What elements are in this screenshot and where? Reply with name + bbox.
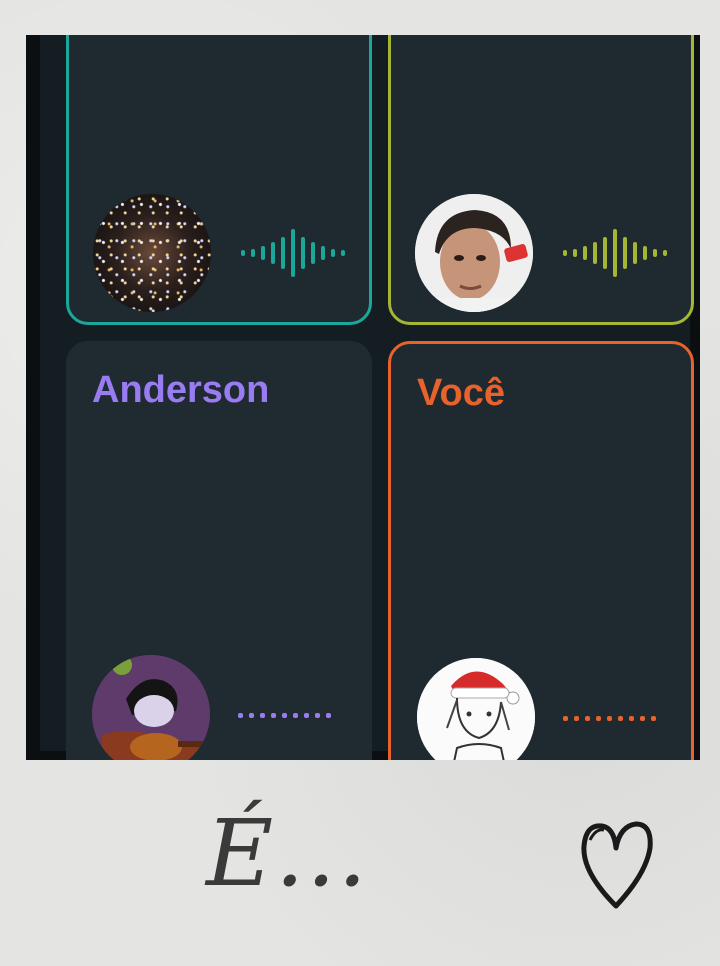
heart-doodle-icon [581,821,653,909]
voice-level-bar [640,715,645,721]
voice-level-bar [563,250,567,256]
participant-tile-self[interactable]: Você [388,341,694,760]
voice-level-bar [607,715,612,721]
participant-tile-3[interactable]: Anderson [66,341,372,760]
call-screenshot: Anderson Você [26,35,700,760]
participant-name: Você [417,372,506,414]
voice-level-bar [260,712,265,718]
voice-level-bar [326,712,331,718]
voice-level-bar [341,250,345,256]
voice-level-bar [583,246,587,260]
voice-level-bar [271,242,275,264]
voice-level-bar [241,250,245,256]
galaxy-avatar [93,194,211,312]
voice-level-bar [238,712,243,718]
voice-level-bar [563,715,568,721]
voice-level-bar [651,715,656,721]
voice-level-bar [633,242,637,264]
voice-level-bar [304,712,309,718]
voice-level-bar [261,246,265,260]
voice-dots-icon [238,685,331,745]
participant-tile-2[interactable] [388,35,694,325]
voice-level-bar [663,250,667,256]
voice-level-bar [291,229,295,277]
voice-level-bar [623,237,627,269]
voice-level-bar [574,715,579,721]
voice-wave-icon [241,223,345,283]
voice-level-bar [613,229,617,277]
voice-dots-icon [563,688,656,748]
voice-level-bar [585,715,590,721]
call-grid: Anderson Você [40,35,694,760]
voice-wave-icon [563,223,667,283]
voice-level-bar [596,715,601,721]
voice-level-bar [593,242,597,264]
voice-level-bar [271,712,276,718]
voice-level-bar [618,715,623,721]
participant-name: Anderson [92,369,270,411]
voice-level-bar [629,715,634,721]
handwritten-caption: É... [206,800,369,907]
voice-level-bar [573,249,577,257]
voice-level-bar [331,249,335,257]
voice-level-bar [653,249,657,257]
voice-level-bar [249,712,254,718]
voice-level-bar [311,242,315,264]
cartoon-avatar [92,655,210,760]
voice-level-bar [321,246,325,260]
voice-level-bar [301,237,305,269]
santa-sketch-avatar [417,658,535,760]
voice-level-bar [293,712,298,718]
voice-level-bar [281,237,285,269]
voice-level-bar [643,246,647,260]
voice-level-bar [603,237,607,269]
participant-tile-1[interactable] [66,35,372,325]
boy-photo-avatar [415,194,533,312]
voice-level-bar [282,712,287,718]
voice-level-bar [315,712,320,718]
voice-level-bar [251,249,255,257]
